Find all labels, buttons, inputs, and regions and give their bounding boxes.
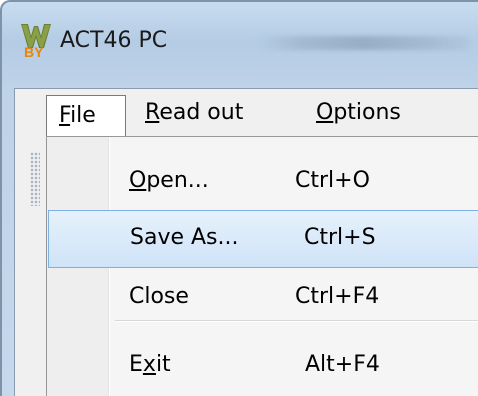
shortcut-open: Ctrl+O <box>295 168 370 193</box>
menu-read-out[interactable]: Read out <box>145 100 243 126</box>
menu-item-close[interactable]: Close Ctrl+F4 <box>47 272 478 326</box>
shortcut-exit: Alt+F4 <box>305 352 380 377</box>
window-title: ACT46 PC <box>60 28 168 53</box>
menu-item-save-as[interactable]: Save As... Ctrl+S <box>48 210 478 268</box>
title-bar-blur <box>260 36 470 50</box>
menu-item-exit[interactable]: Exit Alt+F4 <box>47 338 478 392</box>
close-label: Close <box>129 284 189 309</box>
wby-logo-icon: BY <box>20 22 52 60</box>
menu-options[interactable]: Options <box>316 100 401 126</box>
save-as-label: Save As... <box>130 225 239 250</box>
menu-grip-handle <box>30 152 40 206</box>
shortcut-save-as: Ctrl+S <box>304 225 376 250</box>
menu-separator <box>115 320 478 322</box>
svg-text:BY: BY <box>24 44 44 58</box>
screen: BY ACT46 PC File Read out Options Open..… <box>0 0 478 396</box>
menu-file[interactable]: File <box>46 95 126 137</box>
shortcut-close: Ctrl+F4 <box>295 284 380 309</box>
menu-item-open[interactable]: Open... Ctrl+O <box>47 156 478 210</box>
